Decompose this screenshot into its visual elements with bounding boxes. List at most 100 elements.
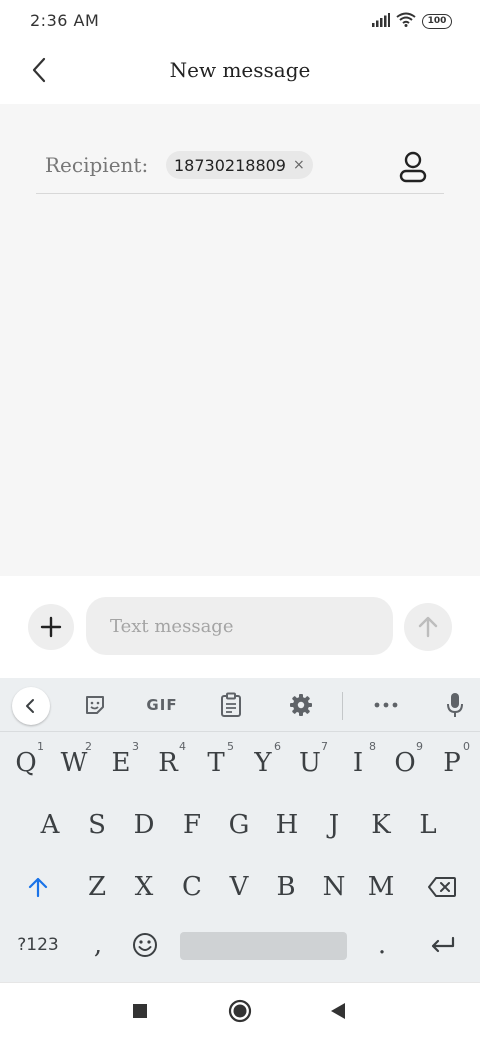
key-m[interactable]: M xyxy=(361,866,401,908)
recents-button[interactable] xyxy=(128,999,152,1023)
recipient-chip-value: 18730218809 xyxy=(174,155,286,175)
send-button[interactable] xyxy=(404,603,452,651)
keyboard-toolbar: GIF xyxy=(0,678,480,732)
recipient-row: Recipient: 18730218809 × xyxy=(36,144,444,194)
key-p[interactable]: P0 xyxy=(432,740,472,784)
clipboard-icon xyxy=(221,692,241,717)
key-i[interactable]: I8 xyxy=(338,740,378,784)
key-label: O xyxy=(394,748,416,778)
key-j[interactable]: J xyxy=(314,804,354,846)
key-hint: 2 xyxy=(85,740,92,753)
key-label: I xyxy=(352,748,364,778)
key-hint: 4 xyxy=(179,740,186,753)
page-title: New message xyxy=(169,58,311,82)
key-c[interactable]: C xyxy=(172,866,212,908)
key-e[interactable]: E3 xyxy=(101,740,141,784)
sticker-icon xyxy=(86,696,104,714)
key-hint: 3 xyxy=(132,740,139,753)
emoji-key[interactable] xyxy=(124,924,166,966)
key-n[interactable]: N xyxy=(314,866,354,908)
key-k[interactable]: K xyxy=(361,804,401,846)
key-r[interactable]: R4 xyxy=(148,740,188,784)
key-label: R xyxy=(158,748,178,778)
enter-key[interactable] xyxy=(420,924,464,966)
collapse-toolbar-button[interactable] xyxy=(12,687,50,725)
key-a[interactable]: A xyxy=(30,804,70,846)
more-icon xyxy=(374,702,398,708)
keyboard-settings-button[interactable] xyxy=(286,690,316,720)
key-label: P xyxy=(443,748,461,778)
key-u[interactable]: U7 xyxy=(290,740,330,784)
shift-arrow-icon xyxy=(28,877,48,898)
gif-button[interactable]: GIF xyxy=(140,690,184,720)
key-q[interactable]: Q1 xyxy=(6,740,46,784)
key-d[interactable]: D xyxy=(124,804,164,846)
emoji-icon xyxy=(133,933,157,957)
system-nav-bar xyxy=(0,982,480,1040)
more-options-button[interactable] xyxy=(370,690,402,720)
toolbar-divider xyxy=(342,692,343,720)
comma-key[interactable]: , xyxy=(78,924,118,966)
key-hint: 7 xyxy=(321,740,328,753)
key-z[interactable]: Z xyxy=(77,866,117,908)
clipboard-button[interactable] xyxy=(216,690,246,720)
key-y[interactable]: Y6 xyxy=(243,740,283,784)
wifi-icon xyxy=(396,12,416,31)
gear-icon xyxy=(290,694,312,716)
key-hint: 5 xyxy=(227,740,234,753)
backspace-icon xyxy=(428,877,456,897)
chip-remove-icon[interactable]: × xyxy=(293,157,305,173)
key-v[interactable]: V xyxy=(219,866,259,908)
key-h[interactable]: H xyxy=(267,804,307,846)
key-label: E xyxy=(111,748,131,778)
recipient-chip[interactable]: 18730218809 × xyxy=(166,151,313,179)
signal-icon xyxy=(372,12,390,31)
status-time: 2:36 AM xyxy=(30,11,100,30)
key-label: W xyxy=(60,748,88,778)
period-key[interactable]: . xyxy=(362,924,402,966)
key-x[interactable]: X xyxy=(124,866,164,908)
key-hint: 9 xyxy=(416,740,423,753)
key-hint: 0 xyxy=(463,740,470,753)
arrow-up-icon xyxy=(418,616,438,638)
backspace-key[interactable] xyxy=(420,866,464,908)
square-icon xyxy=(133,1004,147,1018)
contact-picker-button[interactable] xyxy=(398,150,428,184)
home-button[interactable] xyxy=(228,999,252,1023)
shift-key[interactable] xyxy=(18,866,58,908)
sticker-button[interactable] xyxy=(80,690,110,720)
voice-input-button[interactable] xyxy=(442,690,468,720)
contact-icon xyxy=(399,151,427,183)
plus-icon xyxy=(40,616,62,638)
key-hint: 6 xyxy=(274,740,281,753)
space-key[interactable] xyxy=(180,932,347,960)
message-content-area: Recipient: 18730218809 × xyxy=(0,104,480,576)
nav-back-button[interactable] xyxy=(326,999,350,1023)
status-icons: 100 xyxy=(372,12,452,31)
key-hint: 1 xyxy=(37,740,44,753)
recipient-label: Recipient: xyxy=(45,153,149,177)
key-label: Y xyxy=(254,748,272,778)
status-bar: 2:36 AM 100 xyxy=(0,0,480,44)
back-triangle-icon xyxy=(331,1003,345,1019)
key-g[interactable]: G xyxy=(219,804,259,846)
symbols-key[interactable]: ?123 xyxy=(10,924,66,966)
mic-icon xyxy=(447,693,463,717)
chevron-left-icon xyxy=(26,699,34,713)
add-attachment-button[interactable] xyxy=(28,604,74,650)
key-w[interactable]: W2 xyxy=(54,740,94,784)
key-label: U xyxy=(299,748,321,778)
key-s[interactable]: S xyxy=(77,804,117,846)
key-t[interactable]: T5 xyxy=(196,740,236,784)
key-o[interactable]: O9 xyxy=(385,740,425,784)
key-f[interactable]: F xyxy=(172,804,212,846)
app-header: New message xyxy=(0,44,480,104)
key-b[interactable]: B xyxy=(266,866,306,908)
enter-icon xyxy=(431,936,455,953)
soft-keyboard: G I F Q 1 W 2 E 3 R 4 T 5 Y 6 U 7 I 8 O 9 … xyxy=(0,678,480,982)
message-input[interactable] xyxy=(86,597,393,655)
key-l[interactable]: L xyxy=(408,804,448,846)
compose-bar xyxy=(0,576,480,678)
key-label: T xyxy=(207,748,225,778)
key-label: Q xyxy=(15,748,37,778)
